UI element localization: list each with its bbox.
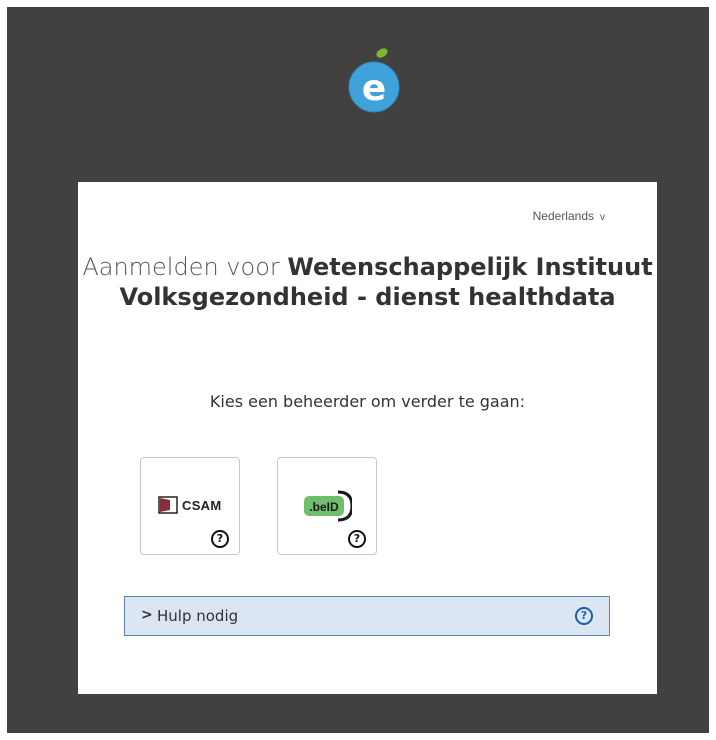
login-card: Nederlands v Aanmelden voor Wetenschappel… <box>78 182 657 694</box>
language-label: Nederlands <box>532 209 594 223</box>
csam-door-icon <box>158 496 178 514</box>
beid-help-icon[interactable]: ? <box>348 530 366 548</box>
csam-logo: CSAM <box>158 496 221 514</box>
help-label: Hulp nodig <box>157 607 239 625</box>
e-health-logo-icon: e <box>348 48 400 113</box>
page-title: Aanmelden voor Wetenschappelijk Instituu… <box>78 252 657 312</box>
beid-logo: .beID <box>304 490 352 522</box>
csam-help-icon[interactable]: ? <box>211 530 229 548</box>
language-selector[interactable]: Nederlands v <box>533 209 605 223</box>
title-prefix: Aanmelden voor <box>82 253 280 281</box>
beid-label: .beID <box>309 500 339 514</box>
choose-provider-text: Kies een beheerder om verder te gaan: <box>209 392 526 411</box>
chevron-down-icon: v <box>600 212 605 223</box>
csam-label: CSAM <box>182 497 222 513</box>
csam-provider-button[interactable]: CSAM ? <box>140 457 240 555</box>
beid-provider-button[interactable]: .beID ? <box>277 457 377 555</box>
help-panel-toggle[interactable]: > Hulp nodig ? <box>124 596 610 636</box>
question-icon[interactable]: ? <box>575 607 593 625</box>
svg-text:e: e <box>362 68 386 109</box>
chevron-right-icon: > <box>141 607 153 623</box>
